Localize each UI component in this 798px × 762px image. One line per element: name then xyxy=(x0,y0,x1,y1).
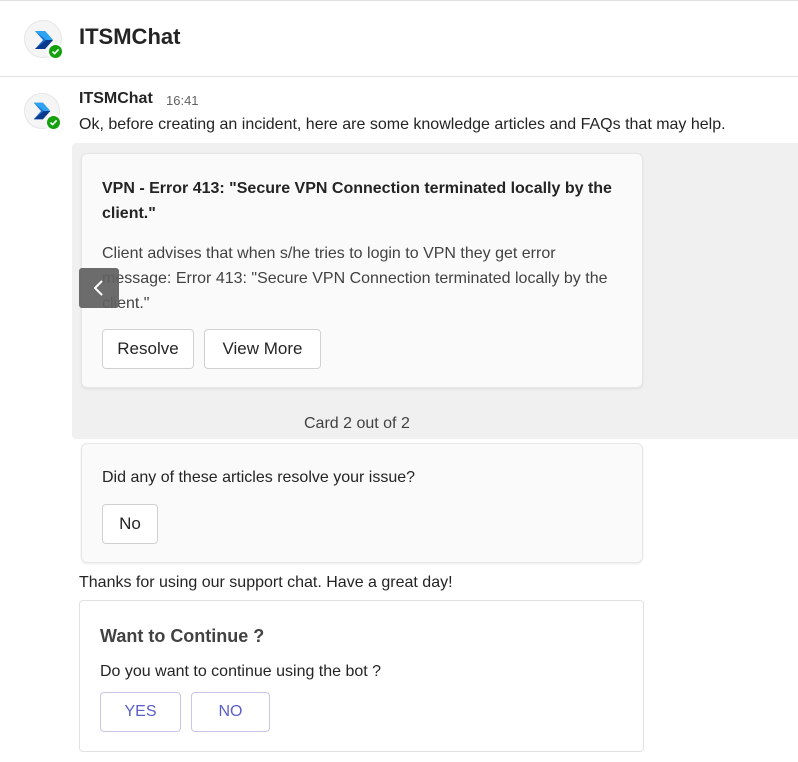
bot-avatar[interactable] xyxy=(24,20,64,60)
no-button[interactable]: No xyxy=(102,504,158,544)
continue-card: Want to Continue ? Do you want to contin… xyxy=(79,600,644,752)
message-text: Ok, before creating an incident, here ar… xyxy=(79,116,726,133)
chevron-left-icon xyxy=(94,280,103,296)
continue-title: Want to Continue ? xyxy=(100,626,265,646)
message-sender: ITSMChat xyxy=(79,90,153,107)
message-timestamp: 16:41 xyxy=(166,93,199,108)
view-more-button[interactable]: View More xyxy=(204,329,321,369)
article-description: Client advises that when s/he tries to l… xyxy=(102,245,608,312)
thanks-message: Thanks for using our support chat. Have … xyxy=(79,574,453,591)
carousel-prev-button[interactable] xyxy=(79,268,119,308)
yes-button[interactable]: YES xyxy=(100,692,181,732)
article-title: VPN - Error 413: "Secure VPN Connection … xyxy=(102,180,612,222)
article-card: VPN - Error 413: "Secure VPN Connection … xyxy=(81,153,643,388)
carousel-pager: Card 2 out of 2 xyxy=(304,415,410,432)
chat-title: ITSMChat xyxy=(79,24,181,49)
presence-available-icon xyxy=(45,114,62,131)
resolve-button[interactable]: Resolve xyxy=(102,329,194,369)
continue-question: Do you want to continue using the bot ? xyxy=(100,663,382,680)
feedback-question: Did any of these articles resolve your i… xyxy=(102,469,416,486)
presence-available-icon xyxy=(47,43,64,60)
message-avatar[interactable] xyxy=(24,93,62,131)
feedback-card: Did any of these articles resolve your i… xyxy=(81,443,643,563)
no-continue-button[interactable]: NO xyxy=(191,692,270,732)
